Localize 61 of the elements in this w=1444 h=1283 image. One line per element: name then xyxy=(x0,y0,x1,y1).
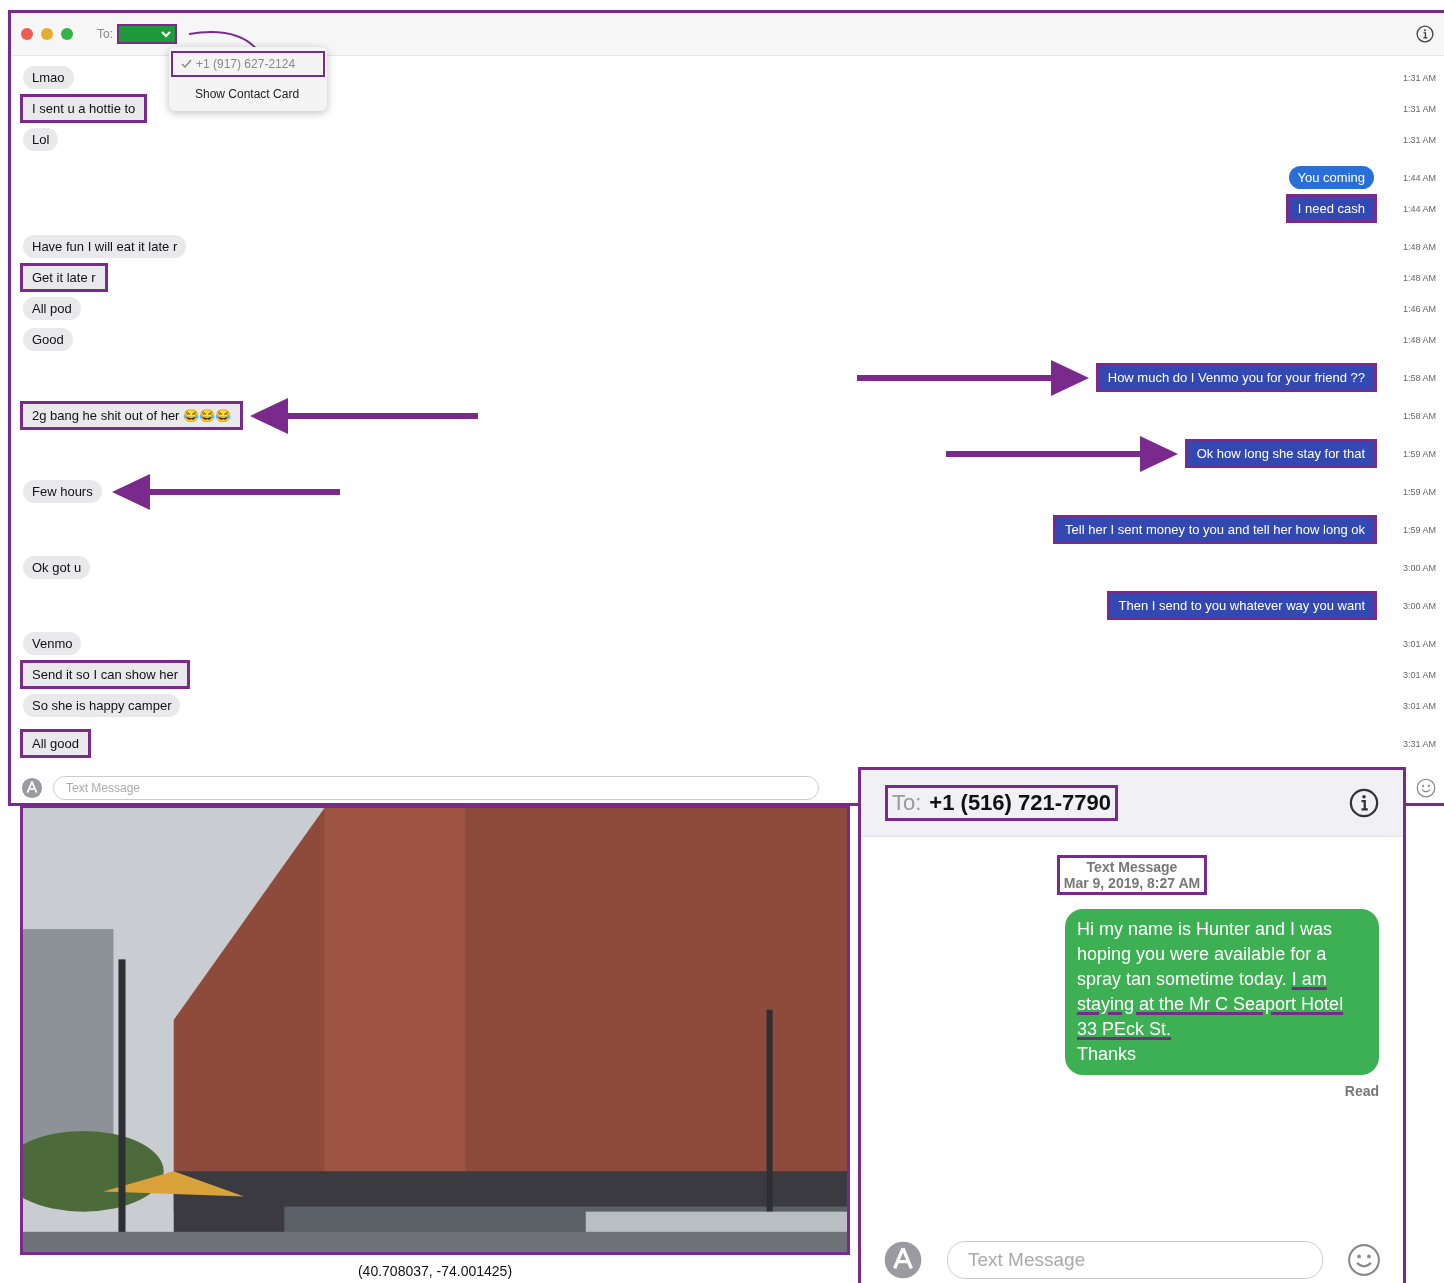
message-time: 3:01 AM xyxy=(1401,638,1437,649)
message-bubble: Hi my name is Hunter and I was hoping you were available for a spray tan sometime today. I am staying at the Mr C Seaport Hotel 33 PEck St. Thanks xyxy=(1065,909,1379,1075)
message-input[interactable]: Text Message xyxy=(947,1241,1323,1279)
message-bubble: How much do I Venmo you for your friend ?? xyxy=(1098,366,1374,389)
window-control[interactable] xyxy=(41,28,53,40)
message-time: 1:48 AM xyxy=(1401,272,1437,283)
window-control[interactable] xyxy=(61,28,73,40)
message-bubble: Venmo xyxy=(23,632,82,655)
message-bubble: I need cash xyxy=(1288,197,1374,220)
message-bubble: So she is happy camper xyxy=(23,694,181,717)
message-bubble: 2g bang he shit out of her 😂😂😂 xyxy=(23,404,241,427)
message-bubble: Get it late r xyxy=(23,266,105,289)
info-icon[interactable] xyxy=(1349,788,1379,818)
message-timestamp: Text Message Mar 9, 2019, 8:27 AM xyxy=(1056,855,1208,895)
recipient-chip[interactable] xyxy=(117,24,177,44)
message-bubble: Ok how long she stay for that xyxy=(1187,442,1374,465)
message-time: 1:58 AM xyxy=(1401,410,1437,421)
checkmark-icon xyxy=(181,59,192,69)
message-time: 1:59 AM xyxy=(1401,448,1437,459)
message-time: 1:44 AM xyxy=(1401,172,1437,183)
message-bubble: All good xyxy=(23,732,88,755)
message-time: 1:59 AM xyxy=(1401,524,1437,535)
message-time: 3:01 AM xyxy=(1401,700,1437,711)
message-time: 1:58 AM xyxy=(1401,372,1437,383)
message-bubble: Good xyxy=(23,328,73,351)
message-bubble: I sent u a hottie to xyxy=(23,97,145,120)
message-time: 1:48 AM xyxy=(1401,334,1437,345)
message-bubble: Tell her I sent money to you and tell her how long ok xyxy=(1056,518,1374,541)
window-control[interactable] xyxy=(21,28,33,40)
message-time: 1:44 AM xyxy=(1401,203,1437,214)
to-label: To: xyxy=(97,27,113,41)
message-bubble: Lmao xyxy=(23,66,74,89)
message-bubble: Send it so I can show her xyxy=(23,663,187,686)
chevron-icon xyxy=(161,30,171,38)
message-time: 1:48 AM xyxy=(1401,241,1437,252)
message-bubble: Then I send to you whatever way you want xyxy=(1109,594,1374,617)
coordinates-caption: (40.708037, -74.001425) xyxy=(357,1263,513,1279)
message-bubble: Lol xyxy=(23,128,59,151)
menu-item[interactable]: Show Contact Card xyxy=(171,81,325,107)
message-input[interactable]: Text Message xyxy=(53,776,819,800)
recipient-field[interactable]: To: +1 (516) 721-7790 xyxy=(885,785,1118,821)
message-bubble: You coming xyxy=(1288,166,1374,189)
emoji-icon[interactable] xyxy=(1347,1243,1381,1277)
message-time: 3:01 AM xyxy=(1401,669,1437,680)
message-bubble: All pod xyxy=(23,297,81,320)
message-time: 1:31 AM xyxy=(1401,103,1437,114)
emoji-icon[interactable] xyxy=(1416,778,1436,798)
message-bubble: Have fun I will eat it late r xyxy=(23,235,187,258)
message-bubble: Ok got u xyxy=(23,556,91,579)
message-time: 3:00 AM xyxy=(1401,562,1437,573)
message-time: 3:31 AM xyxy=(1401,738,1437,749)
message-time: 1:46 AM xyxy=(1401,303,1437,314)
read-receipt: Read xyxy=(1344,1083,1379,1099)
message-time: 1:31 AM xyxy=(1401,72,1437,83)
app-store-icon[interactable] xyxy=(883,1240,923,1280)
message-time: 1:59 AM xyxy=(1401,486,1437,497)
message-time: 1:31 AM xyxy=(1401,134,1437,145)
info-icon[interactable] xyxy=(1416,25,1434,43)
message-time: 3:00 AM xyxy=(1401,600,1437,611)
app-store-icon[interactable] xyxy=(21,777,43,799)
message-bubble: Few hours xyxy=(23,480,102,503)
